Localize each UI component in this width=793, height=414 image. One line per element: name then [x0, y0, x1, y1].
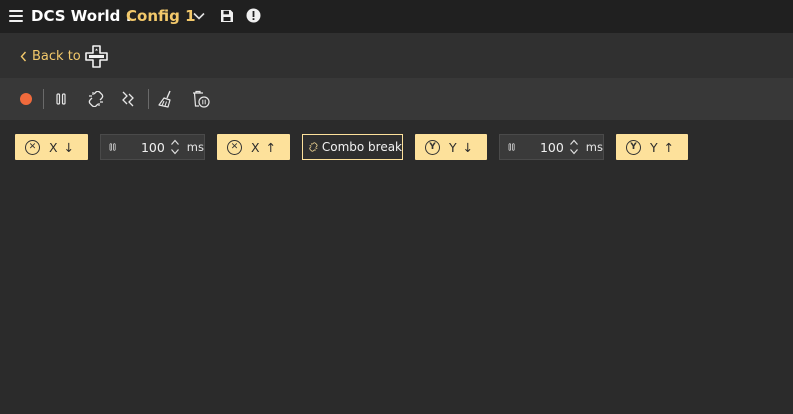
delay-input[interactable]: [116, 139, 165, 155]
key-label: Y: [650, 139, 658, 155]
key-chip-x-up[interactable]: ✕ X ↑: [217, 134, 290, 160]
back-link-label: Back to: [32, 48, 81, 64]
record-button[interactable]: [17, 90, 35, 108]
key-label: X: [251, 139, 260, 155]
arrow-down-icon: ↓: [462, 139, 474, 155]
delay-stepper[interactable]: [569, 138, 579, 156]
toolbar: [0, 78, 793, 120]
delay-unit: ms: [186, 140, 204, 154]
broken-link-icon: [88, 91, 104, 107]
button-x-icon: ✕: [227, 139, 242, 155]
chevron-up-icon[interactable]: [170, 138, 180, 147]
key-label: X: [49, 139, 58, 155]
button-y-icon: Y: [626, 139, 641, 155]
pause-icon: [56, 93, 66, 105]
back-link[interactable]: Back to: [20, 47, 81, 65]
toolbar-divider: [148, 89, 149, 109]
info-icon[interactable]: [246, 8, 261, 23]
chevron-down-icon[interactable]: [170, 147, 180, 156]
key-chip-x-down[interactable]: ✕ X ↓: [15, 134, 88, 160]
chevron-up-icon[interactable]: [569, 138, 579, 147]
zigzag-icon: [122, 91, 134, 107]
arrow-up-icon: ↑: [663, 139, 675, 155]
delay-chip: ms: [100, 134, 205, 160]
config-name[interactable]: Config 1: [126, 7, 196, 25]
arrow-down-icon: ↓: [63, 139, 75, 155]
delay-input[interactable]: [515, 139, 564, 155]
trash-pause-icon: [193, 90, 210, 108]
pause-icon: [109, 143, 116, 151]
broom-icon: [158, 90, 171, 108]
combo-break-chip[interactable]: Combo break: [302, 134, 403, 160]
record-dot-icon: [20, 93, 32, 105]
app-title: DCS World :: [31, 7, 132, 25]
add-delay-button[interactable]: [52, 90, 70, 108]
chevron-down-icon[interactable]: [569, 147, 579, 156]
gamepad-icon: [85, 45, 108, 68]
title-bar: DCS World : Config 1: [0, 0, 793, 33]
toolbar-divider: [43, 89, 44, 109]
button-x-icon: ✕: [25, 139, 40, 155]
combo-break-label: Combo break: [321, 140, 402, 154]
clear-button[interactable]: [157, 90, 175, 108]
key-label: Y: [449, 139, 457, 155]
delay-unit: ms: [585, 140, 603, 154]
key-chip-y-down[interactable]: Y Y ↓: [415, 134, 487, 160]
key-chip-y-up[interactable]: Y Y ↑: [616, 134, 688, 160]
add-interruption-button[interactable]: [119, 90, 137, 108]
menu-icon[interactable]: [9, 10, 23, 22]
delay-stepper[interactable]: [170, 138, 180, 156]
chevron-left-icon: [20, 51, 27, 61]
save-icon[interactable]: [220, 9, 234, 23]
delay-chip: ms: [499, 134, 604, 160]
nav-bar: Back to: [0, 33, 793, 78]
chevron-down-icon[interactable]: [192, 9, 206, 23]
button-y-icon: Y: [425, 139, 440, 155]
delete-delays-button[interactable]: [192, 90, 210, 108]
arrow-up-icon: ↑: [265, 139, 277, 155]
add-combo-break-button[interactable]: [87, 90, 105, 108]
pause-icon: [508, 143, 515, 151]
broken-link-icon: [309, 142, 318, 152]
